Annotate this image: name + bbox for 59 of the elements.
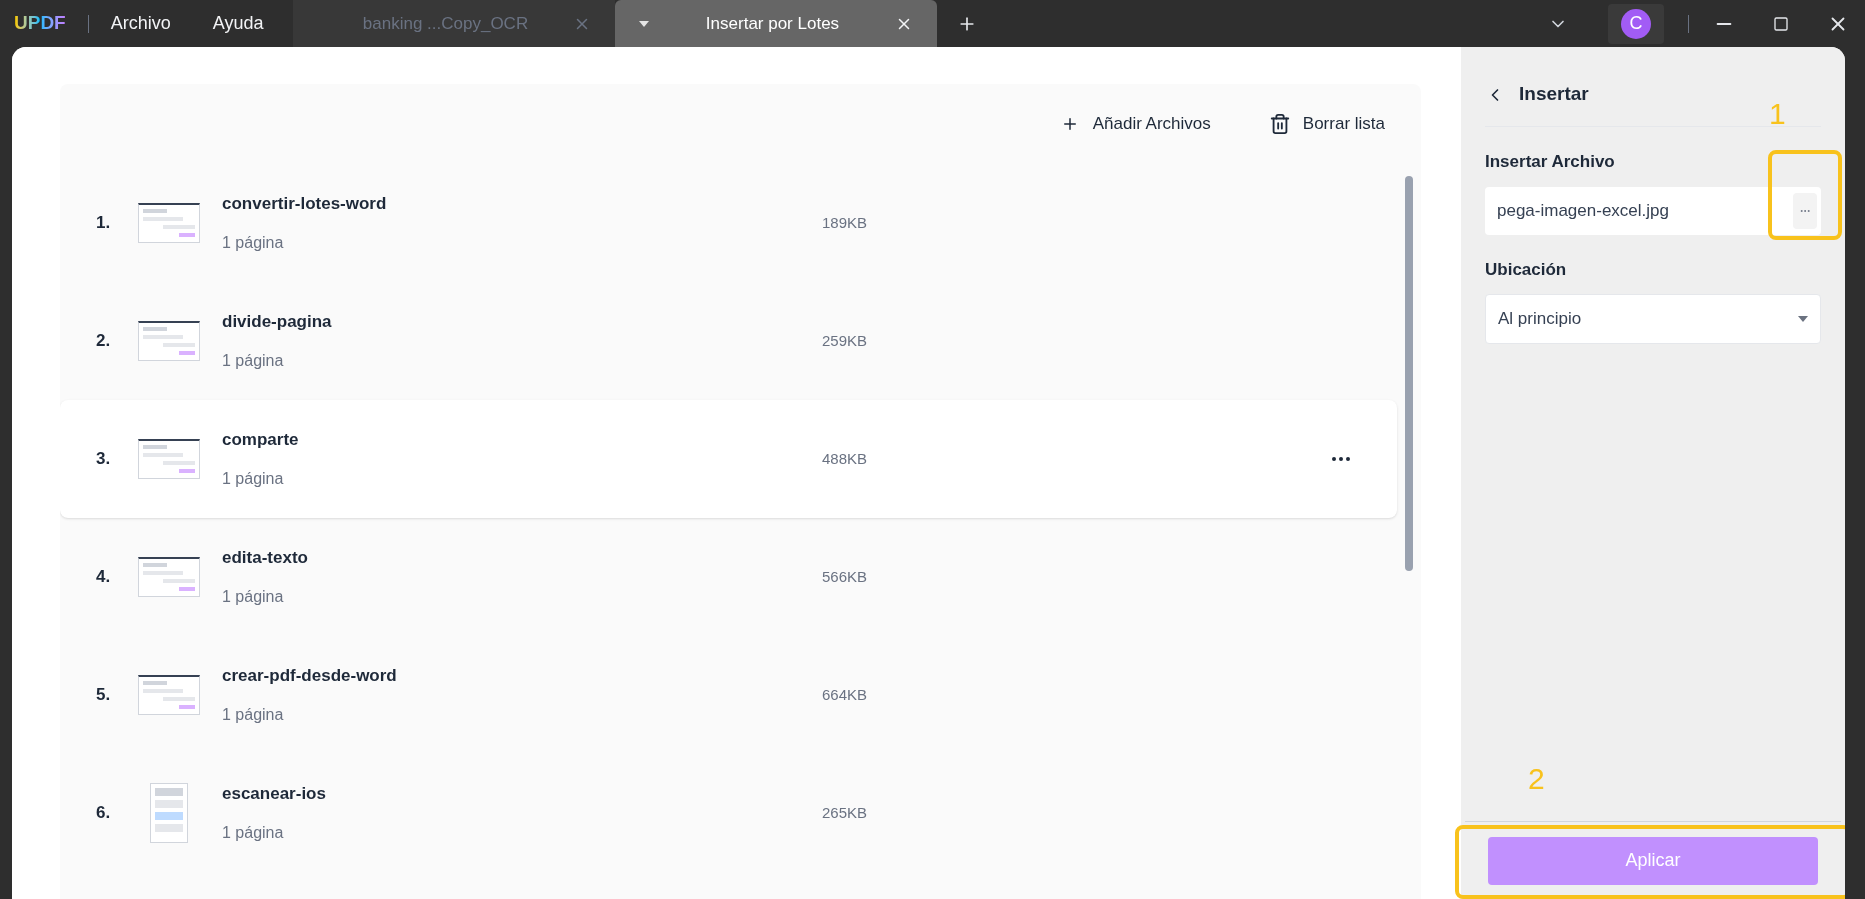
file-row[interactable]: 6. escanear-ios 1 página 265KB [60, 754, 1397, 872]
page-count: 1 página [222, 822, 285, 843]
file-size: 566KB [822, 566, 868, 587]
field-label: Insertar Archivo [1485, 151, 1616, 173]
field-label: Ubicación [1485, 258, 1568, 281]
dropdown-caret-icon[interactable] [639, 20, 650, 27]
dropdown-value: Al principio [1498, 308, 1583, 331]
page-thumbnail [150, 783, 188, 843]
page-thumbnail [138, 203, 200, 243]
page-thumbnail [138, 557, 200, 597]
menu-item[interactable]: Archivo [110, 10, 171, 37]
panel-title: Insertar [1519, 82, 1589, 107]
page-count: 1 página [222, 350, 285, 371]
avatar: C [1621, 8, 1651, 39]
page-count: 1 página [222, 586, 285, 607]
annotation-number: 1 [1769, 96, 1786, 132]
file-input-field[interactable]: pega-imagen-excel.jpg [1485, 186, 1821, 235]
file-row[interactable]: 3. comparte 1 página 488KB [60, 400, 1397, 518]
file-name: comparte [222, 429, 300, 452]
add-files-button[interactable]: Añadir Archivos [1060, 111, 1211, 137]
row-number: 5. [96, 684, 112, 707]
annotation-number: 2 [1528, 761, 1545, 797]
page-thumbnail [138, 675, 200, 715]
file-size: 259KB [822, 330, 868, 351]
page-count: 1 página [222, 232, 285, 253]
file-size: 664KB [822, 684, 868, 705]
row-number: 3. [96, 448, 112, 471]
row-number: 2. [96, 330, 112, 353]
file-name: divide-pagina [222, 311, 333, 334]
tab-label: banking ...Copy_OCR [361, 12, 530, 35]
file-size: 189KB [822, 212, 868, 233]
file-row[interactable]: 1. convertir-lotes-word 1 página 189KB [60, 164, 1397, 282]
file-name: edita-texto [222, 547, 309, 570]
maximize-icon[interactable] [1773, 15, 1789, 32]
file-size: 265KB [822, 802, 868, 823]
page-count: 1 página [222, 468, 285, 489]
trash-icon [1268, 113, 1291, 135]
clear-list-button[interactable]: Borrar lista [1268, 111, 1385, 137]
row-number: 6. [96, 802, 112, 825]
tab-label: Insertar por Lotes [704, 12, 841, 35]
file-row[interactable]: 2. divide-pagina 1 página 259KB [60, 282, 1397, 400]
file-name: escanear-ios [222, 783, 327, 806]
page-count: 1 página [222, 704, 285, 725]
row-number: 1. [96, 212, 112, 235]
caret-icon [1798, 316, 1808, 322]
scrollbar[interactable] [1405, 176, 1413, 571]
file-size: 488KB [822, 448, 868, 469]
file-name: crear-pdf-desde-word [222, 665, 398, 688]
field-value: pega-imagen-excel.jpg [1497, 199, 1670, 222]
page-thumbnail [138, 321, 200, 361]
avatar-button[interactable]: C [1608, 3, 1664, 44]
tab[interactable]: Insertar por Lotes [615, 0, 938, 47]
row-number: 4. [96, 566, 112, 589]
file-row[interactable]: 4. edita-texto 1 página 566KB [60, 518, 1397, 636]
file-name: convertir-lotes-word [222, 193, 388, 216]
menu-item[interactable]: Ayuda [212, 10, 264, 37]
file-row[interactable]: 5. crear-pdf-desde-word 1 página 664KB [60, 636, 1397, 754]
page-thumbnail [138, 439, 200, 479]
location-dropdown[interactable]: Al principio [1485, 294, 1821, 344]
